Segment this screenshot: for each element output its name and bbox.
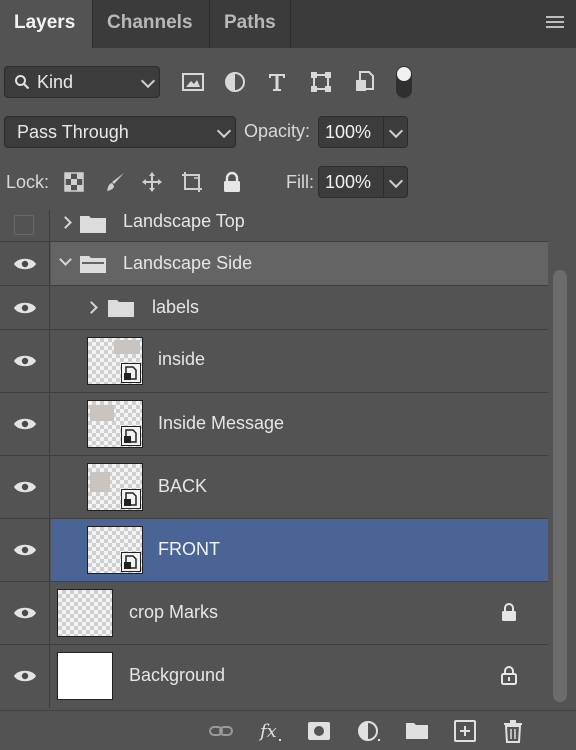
visibility-toggle[interactable] [0,582,50,645]
lock-image-pixels-icon[interactable] [104,170,128,194]
smart-object-badge-icon [121,489,141,509]
chevron-down-icon [388,173,404,189]
layer-name: Landscape Top [123,211,245,231]
visibility-toggle[interactable] [0,242,50,286]
filter-kind-select[interactable]: Kind [4,66,160,98]
layer-name: Landscape Side [123,253,253,273]
panel-tab-bar: Layers Channels Paths [0,0,576,48]
layer-row[interactable]: Landscape Side [0,242,548,286]
layer-lock-icon [501,666,517,685]
delete-layer-icon[interactable] [500,719,526,743]
chevron-down-icon [216,123,232,139]
search-icon [15,75,30,90]
eye-icon [14,355,36,367]
lock-all-icon[interactable] [220,170,244,194]
visibility-toggle[interactable] [0,456,50,519]
shape-filter-icon[interactable] [308,69,334,95]
scrollbar-thumb[interactable] [553,270,567,702]
smart-object-badge-icon [121,552,141,572]
eye-icon [14,418,36,430]
layer-name: FRONT [158,539,220,559]
opacity-label: Opacity: [244,121,311,141]
blend-mode-select[interactable]: Pass Through [4,116,236,148]
filter-toggle[interactable] [396,66,412,98]
eye-icon [14,481,36,493]
layer-name: labels [152,297,200,317]
layers-list: Landscape Top Landscape Side labels insi… [0,210,548,710]
layer-thumbnail [87,337,143,385]
folder-icon [80,216,106,233]
opacity-input[interactable]: 100% [318,116,384,148]
lock-transparent-pixels-icon[interactable] [62,170,86,194]
layer-row[interactable]: Inside Message [0,393,548,456]
opacity-dropdown-button[interactable] [384,116,408,148]
visibility-toggle[interactable] [0,645,50,708]
folder-icon [108,300,134,317]
panel-menu-icon[interactable] [546,16,564,30]
svg-text:fx: fx [258,721,277,742]
lock-artboard-icon[interactable] [180,170,204,194]
visibility-toggle[interactable] [0,519,50,582]
fill-input[interactable]: 100% [318,166,384,198]
adjustment-layer-icon[interactable] [356,719,382,743]
folder-open-icon [80,256,106,273]
image-filter-icon[interactable] [180,69,206,95]
chevron-down-icon [388,123,404,139]
layer-thumbnail [57,652,113,700]
new-layer-icon[interactable] [452,719,478,743]
expand-chevron-icon[interactable] [85,301,98,314]
fx-icon[interactable]: fx [258,719,284,743]
layer-name: Background [129,665,226,685]
eye-icon [14,607,36,619]
visibility-toggle[interactable] [0,210,50,242]
smart-object-badge-icon [121,426,141,446]
visibility-toggle[interactable] [0,393,50,456]
add-mask-icon[interactable] [306,719,332,743]
lock-label: Lock: [6,172,50,192]
chevron-down-icon [140,73,156,89]
layer-thumbnail [87,463,143,511]
layer-row[interactable]: crop Marks [0,582,548,645]
bottom-toolbar: fx [0,710,576,750]
layer-name: BACK [158,476,208,496]
tab-channels[interactable]: Channels [93,0,209,48]
fill-label: Fill: [286,172,314,192]
expand-chevron-icon[interactable] [59,216,72,229]
tab-layers[interactable]: Layers [0,0,92,48]
layer-row[interactable]: labels [0,286,548,330]
layer-row[interactable]: Background [0,645,548,708]
layer-name: inside [158,349,206,369]
smart-object-filter-icon[interactable] [352,69,378,95]
link-layers-icon[interactable] [208,719,234,743]
hidden-visibility-box [14,215,34,235]
visibility-toggle[interactable] [0,330,50,393]
eye-icon [14,258,36,270]
eye-icon [14,670,36,682]
layer-row[interactable]: BACK [0,456,548,519]
layer-name: crop Marks [129,602,219,622]
layer-name: Inside Message [158,413,285,433]
layer-thumbnail [87,400,143,448]
new-group-icon[interactable] [404,719,430,743]
layer-row[interactable]: inside [0,330,548,393]
layer-row-selected[interactable]: FRONT [0,519,548,582]
adjustment-filter-icon[interactable] [222,69,248,95]
filter-kind-label: Kind [37,72,74,92]
layer-thumbnail [87,526,143,574]
tab-divider [290,0,291,48]
layer-lock-icon [502,603,516,621]
eye-icon [14,544,36,556]
eye-icon [14,302,36,314]
layer-thumbnail [57,589,113,637]
collapse-chevron-icon[interactable] [59,253,72,266]
tab-paths[interactable]: Paths [210,0,290,48]
smart-object-badge-icon [121,363,141,383]
lock-position-icon[interactable] [140,170,164,194]
visibility-toggle[interactable] [0,286,50,330]
type-filter-icon[interactable] [264,69,290,95]
fill-dropdown-button[interactable] [384,166,408,198]
layer-row[interactable]: Landscape Top [0,210,548,242]
blend-mode-label: Pass Through [17,122,129,142]
